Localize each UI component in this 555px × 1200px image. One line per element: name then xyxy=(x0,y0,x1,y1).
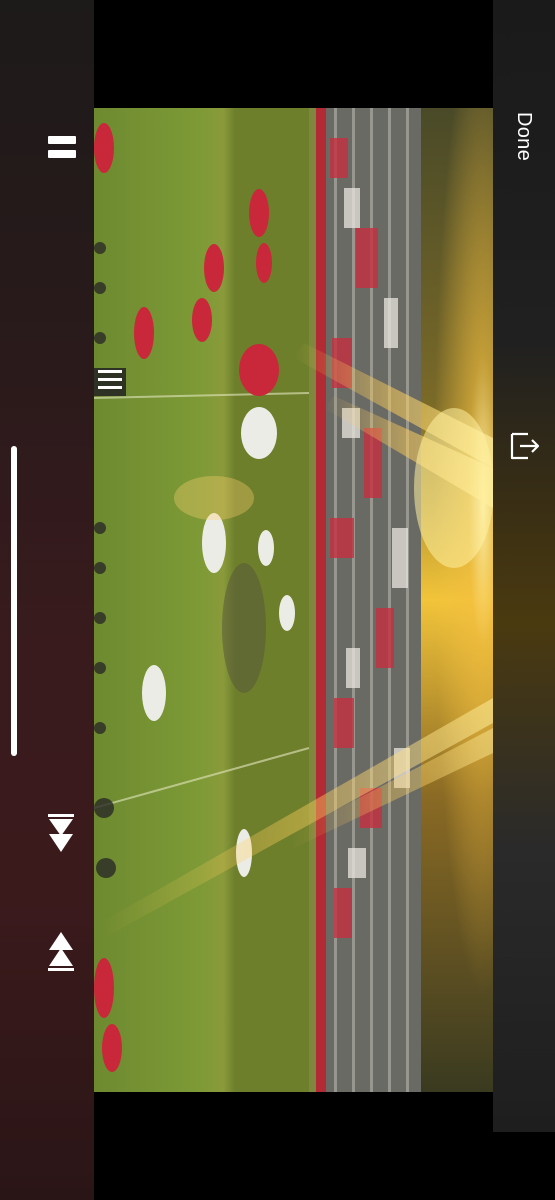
video-player-screen: Done xyxy=(0,0,555,1200)
share-icon xyxy=(510,432,540,460)
share-button[interactable] xyxy=(506,428,542,464)
timeline-progress xyxy=(11,446,17,756)
top-controls-bar xyxy=(493,0,555,1132)
done-label: Done xyxy=(512,111,535,161)
pause-button[interactable] xyxy=(48,136,76,162)
done-button[interactable]: Done xyxy=(503,111,543,160)
skip-back-icon xyxy=(48,814,74,852)
football-game-video xyxy=(94,108,493,1092)
skip-forward-icon xyxy=(48,932,74,971)
skip-back-button[interactable] xyxy=(46,812,78,856)
timeline-scrubber[interactable] xyxy=(11,446,17,756)
video-frame[interactable] xyxy=(94,108,493,1092)
skip-forward-button[interactable] xyxy=(46,930,78,974)
